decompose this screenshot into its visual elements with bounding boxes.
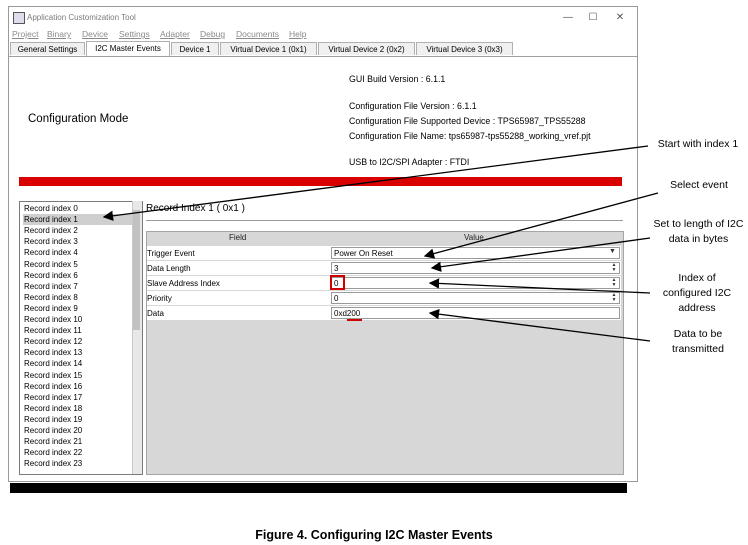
arrow-slave-address	[428, 278, 651, 294]
arrow-data-length	[430, 237, 651, 272]
callout-select-event: Select event	[670, 179, 728, 191]
arrow-start-index	[102, 145, 649, 221]
arrow-data	[428, 308, 651, 342]
annotation-arrows	[102, 145, 659, 342]
figure-caption: Figure 4. Configuring I2C Master Events	[255, 528, 493, 542]
arrow-select-event	[423, 192, 659, 259]
callout-slave-index: Index of configured I2C address	[662, 272, 732, 314]
callout-start-index: Start with index 1	[657, 138, 739, 150]
callout-data: Data to be transmitted	[672, 328, 724, 355]
callout-data-length: Set to length of I2C data in bytes	[653, 218, 744, 245]
